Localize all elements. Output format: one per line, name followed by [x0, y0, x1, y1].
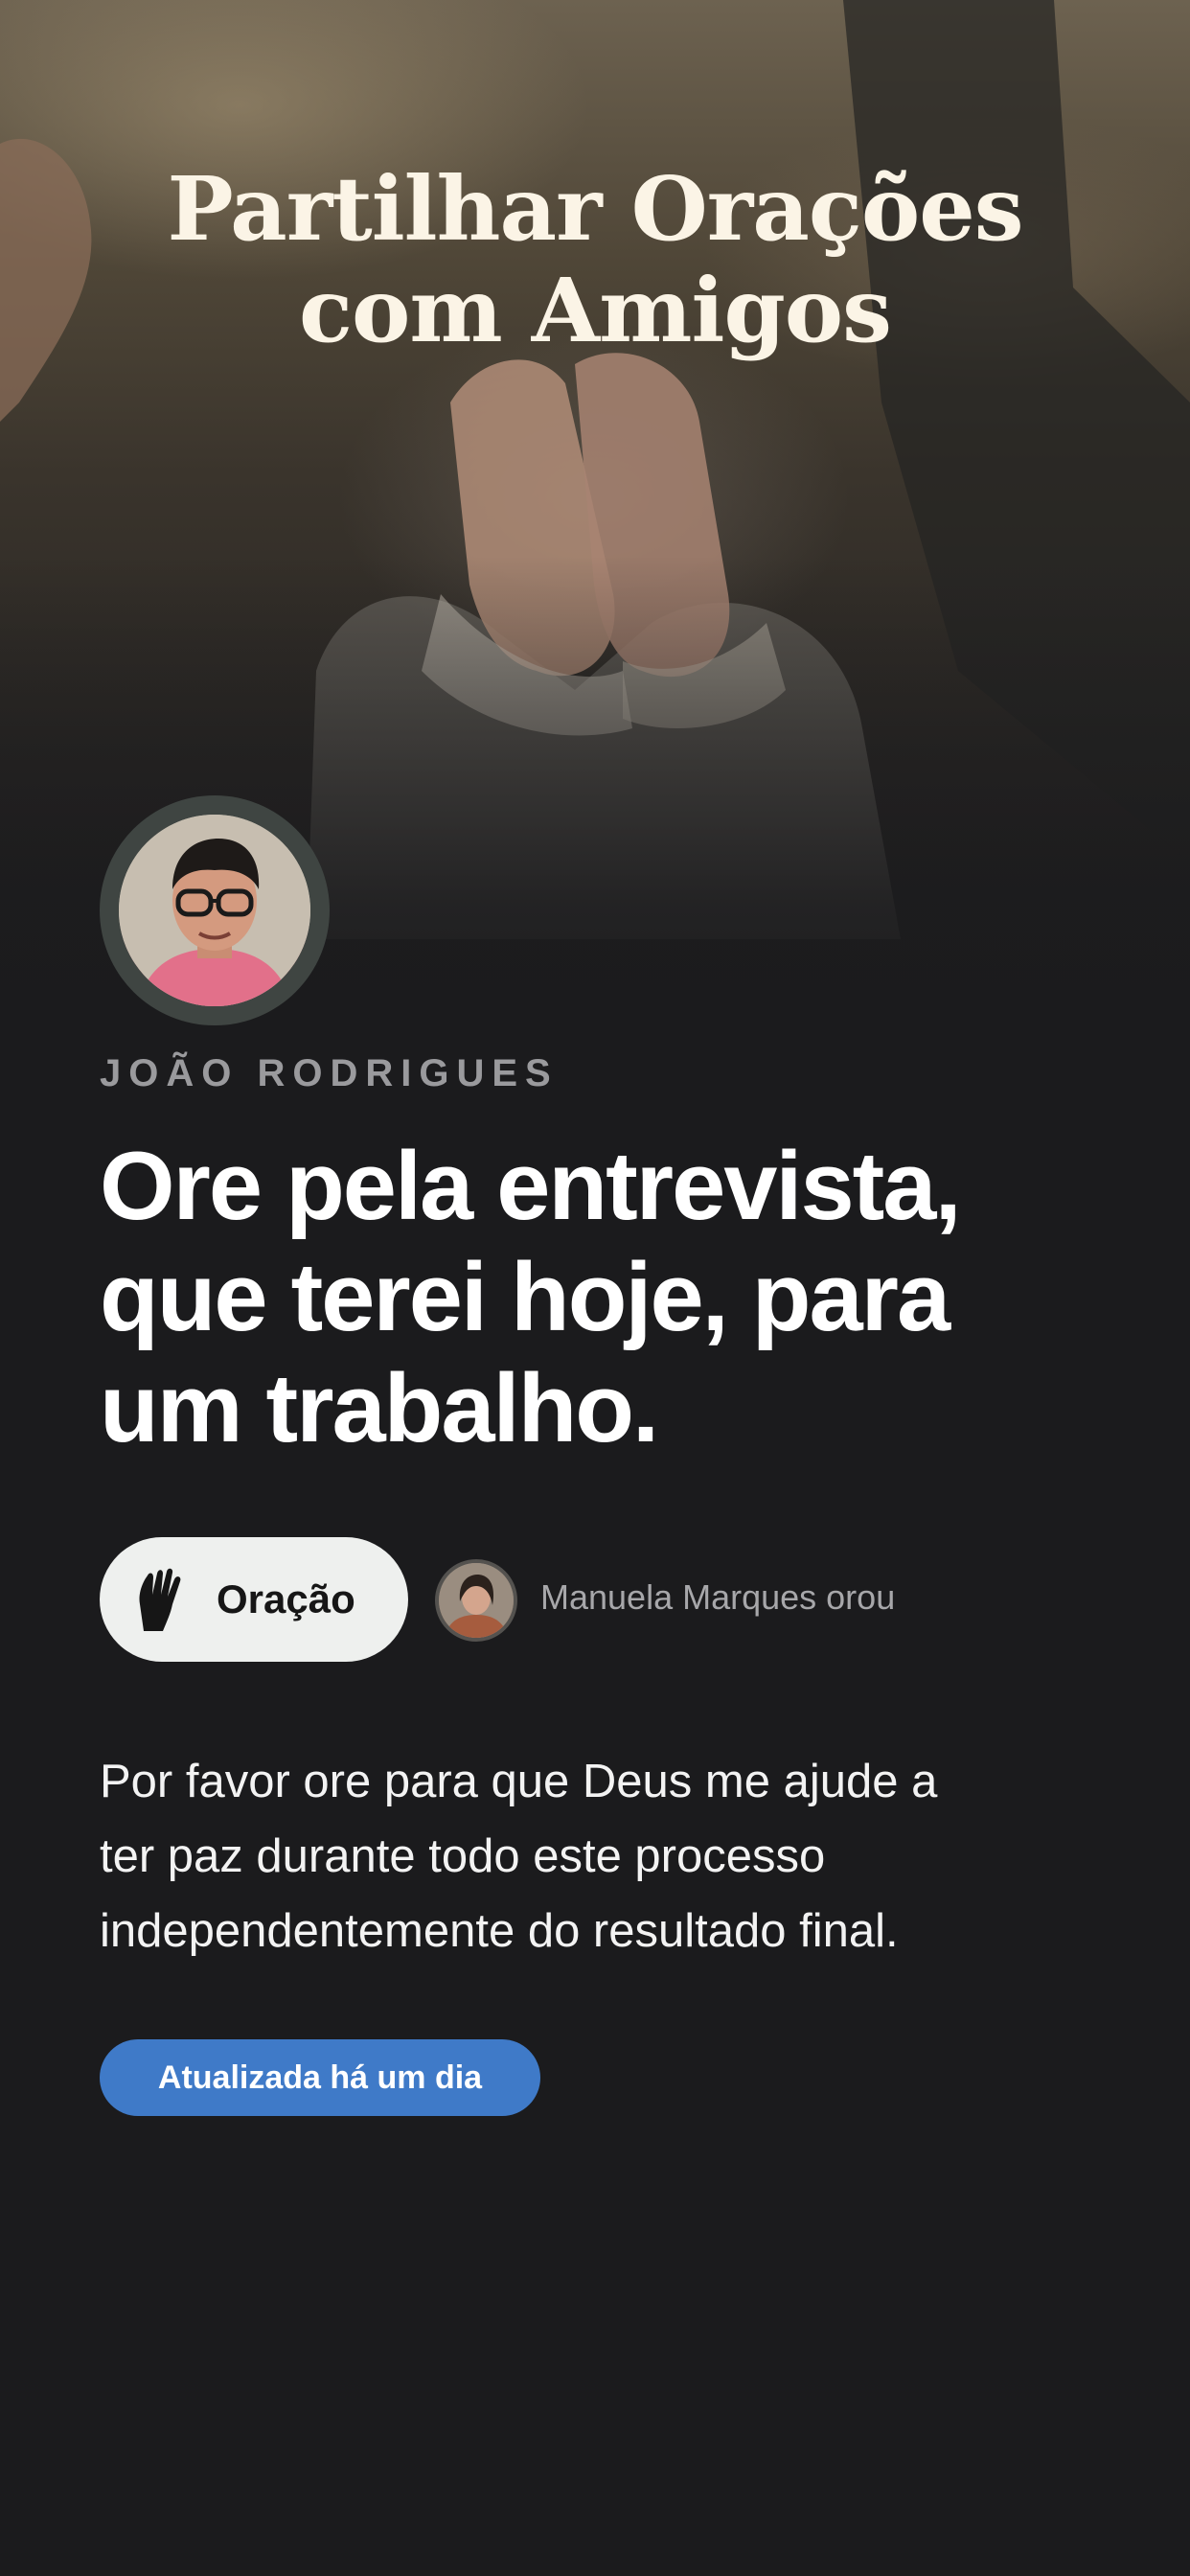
pray-button[interactable]: Oração [100, 1537, 408, 1662]
author-photo [119, 815, 310, 1006]
prayer-title-line-1: Ore pela entrevista, [100, 1133, 962, 1240]
description-line-1: Por favor ore para que Deus me ajude a [100, 1756, 938, 1807]
author-name[interactable]: JOÃO RODRIGUES [100, 1052, 559, 1095]
prayer-title-line-2: que terei hoje, para [100, 1244, 950, 1351]
updated-badge: Atualizada há um dia [100, 2039, 540, 2116]
description-line-2: ter paz durante todo este processo [100, 1830, 826, 1882]
author-avatar-ring[interactable] [100, 795, 330, 1025]
prayed-by-text: Manuela Marques orou [540, 1577, 896, 1617]
prayed-user-avatar[interactable] [435, 1559, 517, 1642]
pray-button-label: Oração [217, 1576, 355, 1622]
page-title-line-1: Partilhar Orações [167, 157, 1023, 261]
prayer-request-title: Ore pela entrevista, que terei hoje, par… [100, 1131, 1115, 1464]
description-line-3: independentemente do resultado final. [100, 1905, 899, 1957]
prayed-user-photo [439, 1563, 514, 1638]
praying-hands-icon [139, 1568, 181, 1631]
prayer-title-line-3: um trabalho. [100, 1355, 659, 1462]
page-title-line-2: com Amigos [299, 259, 892, 362]
prayer-description: Por favor ore para que Deus me ajude a t… [100, 1744, 1058, 1968]
page-title: Partilhar Orações com Amigos [0, 158, 1190, 361]
author-avatar [119, 815, 310, 1006]
